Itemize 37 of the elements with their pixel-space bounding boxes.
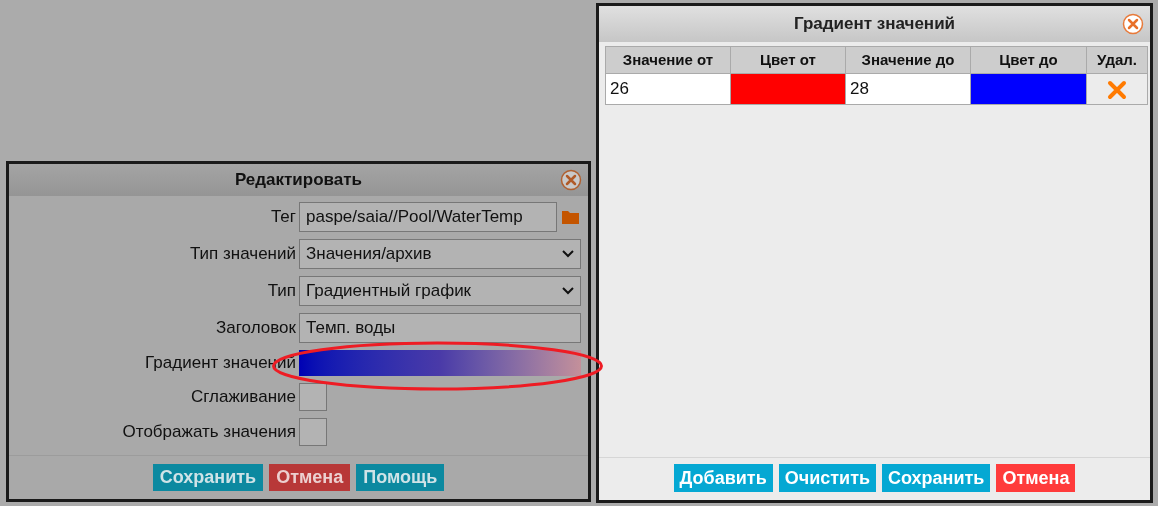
dialog-button[interactable]: Сохранить [882,464,991,492]
column-header: Значение до [845,46,971,74]
gradient-bar[interactable] [299,350,581,376]
field-label: Тип [266,280,297,303]
column-header: Цвет до [970,46,1087,74]
color-swatch[interactable] [970,73,1087,105]
text-field[interactable]: paspe/saia//Pool/WaterTemp [299,202,557,232]
value-field[interactable]: 26 [605,73,731,105]
dialog-button[interactable]: Отмена [269,464,351,491]
color-swatch[interactable] [730,73,846,105]
close-icon[interactable] [1122,13,1144,35]
delete-icon[interactable] [1107,79,1127,100]
dialog-button[interactable]: Помощь [356,464,445,491]
caret-icon [562,250,574,258]
field-label: Заголовок [215,317,297,340]
checkbox[interactable] [299,418,327,446]
dialog-button[interactable]: Очистить [778,464,877,492]
caret-icon [562,287,574,295]
column-header: Значение от [605,46,731,74]
text-field[interactable]: Темп. воды [299,313,581,343]
field-label: Тип значений [188,243,297,266]
column-header: Удал. [1086,46,1148,74]
field-label: Отображать значения [121,421,297,444]
select-field[interactable]: Градиентный график [299,276,581,306]
folder-icon[interactable] [562,210,579,224]
dialog-button[interactable]: Сохранить [152,464,264,491]
dialog-title: Градиент значений [793,13,956,36]
dialog-title: Редактировать [234,169,363,192]
checkbox[interactable] [299,383,327,411]
field-label: Сглаживание [190,386,297,409]
close-icon[interactable] [560,169,582,191]
select-field[interactable]: Значения/архив [299,239,581,269]
field-label: Тег [269,206,297,229]
value-field[interactable]: 28 [845,73,971,105]
dialog-button[interactable]: Добавить [673,464,773,492]
column-header: Цвет от [730,46,846,74]
dialog-button[interactable]: Отмена [996,464,1076,492]
